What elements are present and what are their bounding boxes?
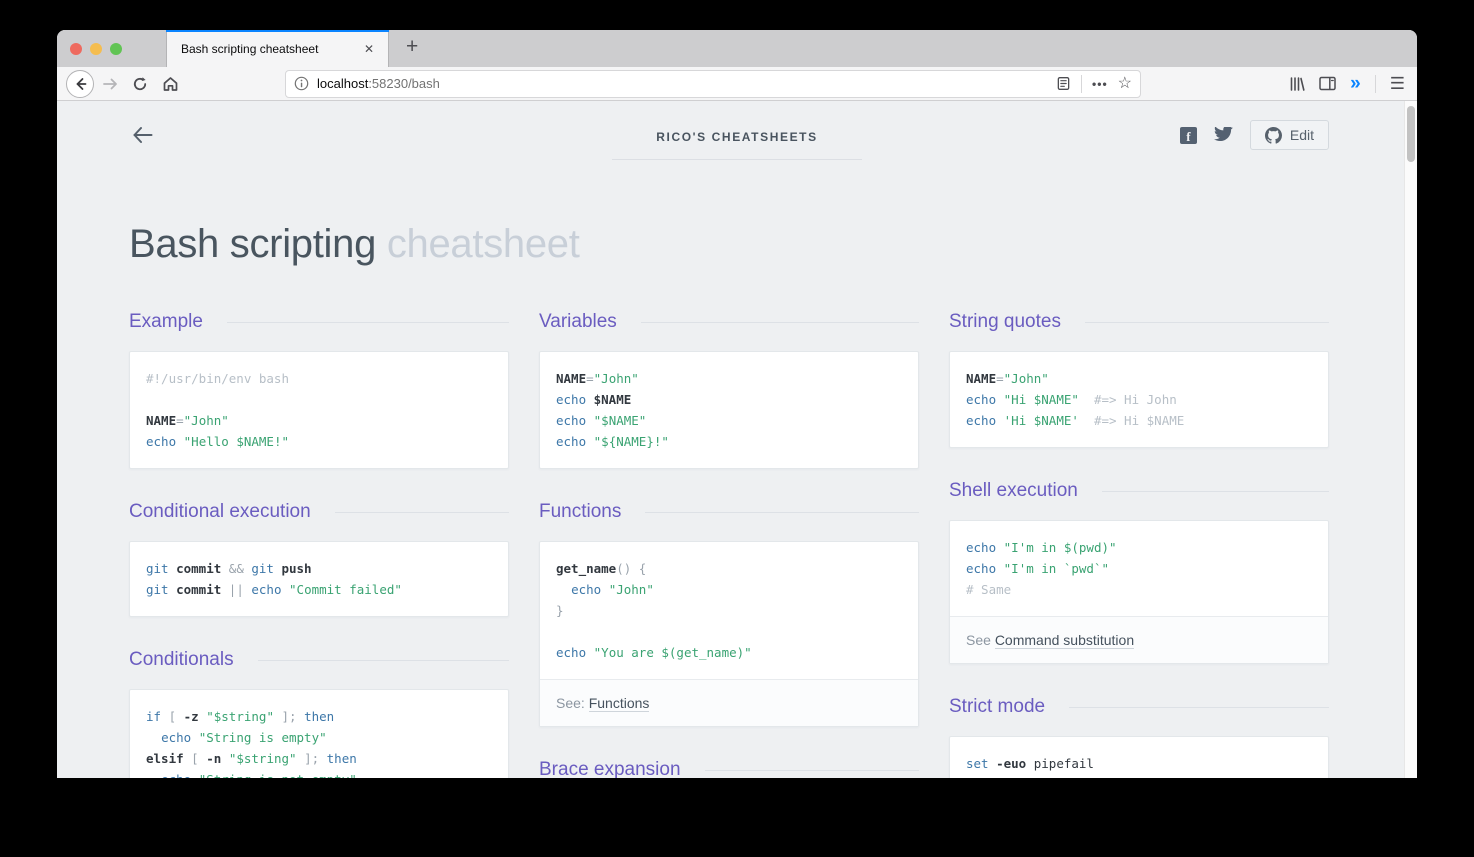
- url-bar[interactable]: localhost:58230/bash ••• ☆: [285, 70, 1141, 98]
- edit-button[interactable]: Edit: [1250, 120, 1329, 150]
- cheatsheet-grid: Example #!/usr/bin/env bash NAME="John"e…: [129, 311, 1417, 778]
- code-block[interactable]: if [ -z "$string" ]; then echo "String i…: [130, 690, 508, 778]
- facebook-icon[interactable]: f: [1180, 127, 1197, 144]
- scrollbar-thumb[interactable]: [1407, 106, 1415, 162]
- github-icon: [1265, 127, 1282, 144]
- see-link-command-substitution[interactable]: Command substitution: [995, 632, 1134, 649]
- urlbar-separator: [1081, 75, 1082, 93]
- heading-rule: [1069, 707, 1329, 708]
- tab-bar: Bash scripting cheatsheet ✕ +: [57, 30, 1417, 67]
- section-strict-mode: Strict mode set -euo pipefailIFS=$'\n\t': [949, 696, 1329, 778]
- heading-rule: [227, 322, 509, 323]
- section-variables: Variables NAME="John"echo $NAMEecho "$NA…: [539, 311, 919, 469]
- code-block[interactable]: echo "I'm in $(pwd)"echo "I'm in `pwd`"#…: [950, 521, 1328, 616]
- page-actions-icon[interactable]: •••: [1092, 77, 1108, 91]
- page-header: RICO'S CHEATSHEETS f Edit: [57, 101, 1417, 163]
- see-label: See:: [556, 695, 585, 711]
- section-heading: Example: [129, 311, 203, 333]
- scrollbar[interactable]: [1404, 101, 1417, 778]
- reload-icon: [132, 76, 148, 92]
- section-heading: Conditional execution: [129, 501, 311, 523]
- section-conditionals: Conditionals if [ -z "$string" ]; then e…: [129, 649, 509, 778]
- column-1: Example #!/usr/bin/env bash NAME="John"e…: [129, 311, 509, 778]
- see-link-functions[interactable]: Functions: [589, 695, 650, 712]
- back-button[interactable]: [65, 70, 95, 98]
- column-3: String quotes NAME="John"echo "Hi $NAME"…: [949, 311, 1329, 778]
- section-string-quotes: String quotes NAME="John"echo "Hi $NAME"…: [949, 311, 1329, 448]
- tab-close-icon[interactable]: ✕: [360, 40, 378, 58]
- section-heading: String quotes: [949, 311, 1061, 333]
- heading-rule: [335, 512, 509, 513]
- section-brace-expansion: Brace expansion: [539, 759, 919, 778]
- new-tab-button[interactable]: +: [398, 33, 426, 61]
- library-icon[interactable]: [1289, 76, 1305, 92]
- code-card: set -euo pipefailIFS=$'\n\t': [949, 736, 1329, 778]
- heading-rule: [705, 770, 919, 771]
- code-card: echo "I'm in $(pwd)"echo "I'm in `pwd`"#…: [949, 520, 1329, 664]
- section-heading: Strict mode: [949, 696, 1045, 718]
- section-example: Example #!/usr/bin/env bash NAME="John"e…: [129, 311, 509, 469]
- section-heading: Brace expansion: [539, 759, 681, 778]
- code-block[interactable]: git commit && git pushgit commit || echo…: [130, 542, 508, 616]
- browser-tab[interactable]: Bash scripting cheatsheet ✕: [166, 30, 389, 67]
- menu-hamburger-icon[interactable]: ☰: [1390, 74, 1405, 94]
- reader-view-icon[interactable]: [1056, 76, 1071, 91]
- site-info-icon[interactable]: [294, 76, 309, 91]
- section-heading: Variables: [539, 311, 617, 333]
- close-window-button[interactable]: [70, 43, 82, 55]
- code-block[interactable]: NAME="John"echo "Hi $NAME" #=> Hi Johnec…: [950, 352, 1328, 447]
- reload-button[interactable]: [125, 70, 155, 98]
- twitter-icon[interactable]: [1214, 127, 1233, 143]
- traffic-lights: [70, 43, 122, 55]
- url-path: :58230/bash: [368, 76, 440, 91]
- card-footer: See: Functions: [540, 679, 918, 726]
- home-button[interactable]: [155, 70, 185, 98]
- heading-rule: [1085, 322, 1329, 323]
- code-card: if [ -z "$string" ]; then echo "String i…: [129, 689, 509, 778]
- section-shell-execution: Shell execution echo "I'm in $(pwd)"echo…: [949, 480, 1329, 664]
- navigation-toolbar: localhost:58230/bash ••• ☆ » ☰: [57, 67, 1417, 101]
- section-heading: Shell execution: [949, 480, 1078, 502]
- heading-rule: [1102, 491, 1329, 492]
- page-title: Bash scripting cheatsheet: [129, 221, 1417, 267]
- sidebar-icon[interactable]: [1319, 76, 1336, 91]
- column-2: Variables NAME="John"echo $NAMEecho "$NA…: [539, 311, 919, 778]
- heading-rule: [258, 660, 509, 661]
- see-label: See: [966, 632, 991, 648]
- heading-rule: [645, 512, 919, 513]
- heading-rule: [641, 322, 919, 323]
- code-card: NAME="John"echo $NAMEecho "$NAME"echo "$…: [539, 351, 919, 469]
- tab-title: Bash scripting cheatsheet: [181, 42, 360, 56]
- page-content: RICO'S CHEATSHEETS f Edit Bash scripting…: [57, 101, 1417, 778]
- section-conditional-execution: Conditional execution git commit && git …: [129, 501, 509, 617]
- code-card: NAME="John"echo "Hi $NAME" #=> Hi Johnec…: [949, 351, 1329, 448]
- code-block[interactable]: NAME="John"echo $NAMEecho "$NAME"echo "$…: [540, 352, 918, 468]
- code-card: #!/usr/bin/env bash NAME="John"echo "Hel…: [129, 351, 509, 469]
- code-block[interactable]: set -euo pipefailIFS=$'\n\t': [950, 737, 1328, 778]
- overflow-chevrons-icon[interactable]: »: [1350, 74, 1361, 93]
- minimize-window-button[interactable]: [90, 43, 102, 55]
- maximize-window-button[interactable]: [110, 43, 122, 55]
- code-block[interactable]: get_name() { echo "John"} echo "You are …: [540, 542, 918, 679]
- browser-window: Bash scripting cheatsheet ✕ + localhost:…: [57, 30, 1417, 778]
- brand-divider: [612, 159, 862, 160]
- active-tab-indicator: [166, 30, 389, 32]
- section-functions: Functions get_name() { echo "John"} echo…: [539, 501, 919, 727]
- bookmark-star-icon[interactable]: ☆: [1118, 76, 1132, 92]
- code-block[interactable]: #!/usr/bin/env bash NAME="John"echo "Hel…: [130, 352, 508, 468]
- home-icon: [162, 76, 179, 92]
- card-footer: See Command substitution: [950, 616, 1328, 663]
- edit-button-label: Edit: [1290, 127, 1314, 143]
- section-heading: Functions: [539, 501, 621, 523]
- back-icon: [66, 70, 94, 98]
- section-heading: Conditionals: [129, 649, 234, 671]
- url-host: localhost: [317, 76, 368, 91]
- code-card: git commit && git pushgit commit || echo…: [129, 541, 509, 617]
- code-card: get_name() { echo "John"} echo "You are …: [539, 541, 919, 727]
- forward-button[interactable]: [95, 70, 125, 98]
- page-title-muted: cheatsheet: [376, 222, 580, 266]
- forward-icon: [102, 76, 118, 92]
- page-title-main: Bash scripting: [129, 222, 376, 266]
- toolbar-separator: [1375, 75, 1376, 93]
